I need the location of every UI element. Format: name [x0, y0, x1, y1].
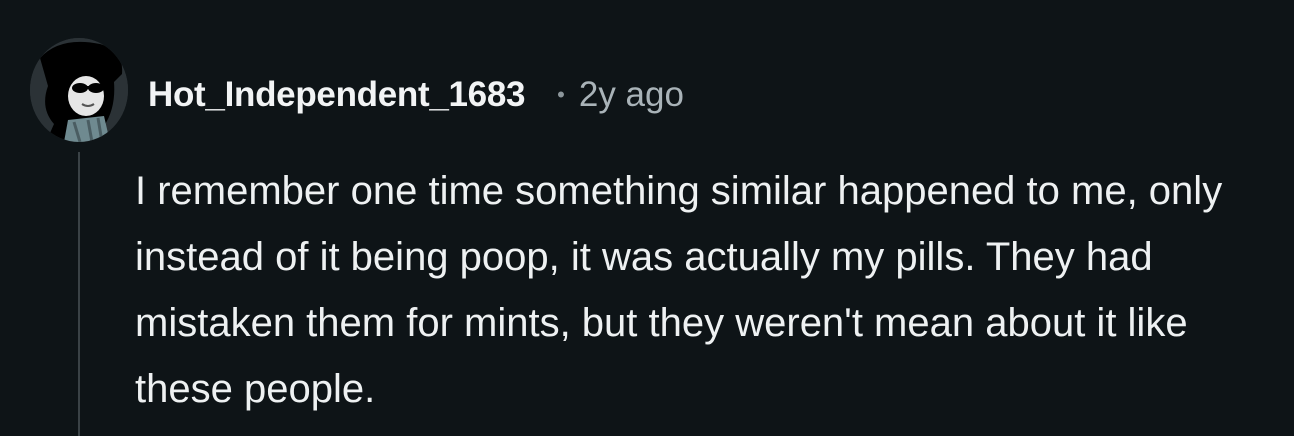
comment-body: I remember one time something similar ha…: [135, 169, 1223, 411]
separator-dot: •: [557, 82, 565, 107]
thread-line[interactable]: [78, 152, 80, 436]
user-avatar-icon[interactable]: [30, 38, 128, 142]
username-link[interactable]: Hot_Independent_1683: [148, 75, 525, 115]
comment: Hot_Independent_1683 • 2y ago I remember…: [0, 0, 1294, 436]
comment-meta: Hot_Independent_1683 • 2y ago: [148, 70, 684, 120]
timestamp: 2y ago: [578, 75, 684, 114]
